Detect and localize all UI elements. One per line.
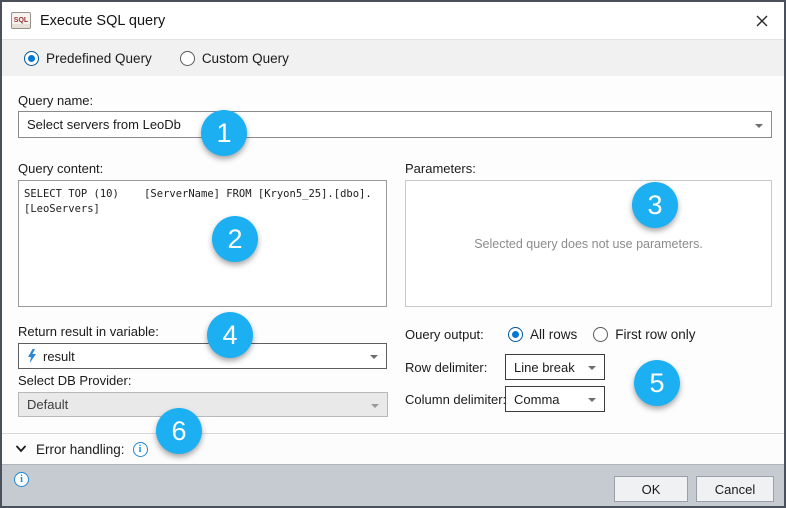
radio-unselected-icon <box>593 327 608 342</box>
ok-button[interactable]: OK <box>614 476 688 502</box>
callout-badge-6: 6 <box>156 408 202 454</box>
return-variable-label: Return result in variable: <box>18 324 159 339</box>
callout-badge-1: 1 <box>201 110 247 156</box>
callout-badge-2: 2 <box>212 216 258 262</box>
all-rows-label: All rows <box>530 327 577 342</box>
error-handling-section[interactable]: Error handling: i <box>2 433 784 464</box>
custom-query-radio[interactable]: Custom Query <box>180 51 289 66</box>
callout-badge-5: 5 <box>634 360 680 406</box>
query-mode-band: Predefined Query Custom Query <box>2 39 784 76</box>
first-row-only-radio[interactable]: First row only <box>593 327 695 342</box>
query-content-textarea[interactable]: SELECT TOP (10) [ServerName] FROM [Kryon… <box>18 180 387 307</box>
first-row-only-label: First row only <box>615 327 695 342</box>
chevron-down-icon <box>371 404 379 408</box>
parameters-panel: Selected query does not use parameters. <box>405 180 772 307</box>
parameters-empty-message: Selected query does not use parameters. <box>474 237 703 251</box>
execute-sql-query-dialog: SQL Execute SQL query Predefined Query C… <box>0 0 786 508</box>
predefined-query-label: Predefined Query <box>46 51 152 66</box>
custom-query-label: Custom Query <box>202 51 289 66</box>
row-delimiter-value: Line break <box>514 360 575 375</box>
footer-bar: i OK Cancel <box>2 464 784 508</box>
info-icon[interactable]: i <box>14 472 29 487</box>
chevron-down-icon <box>588 398 596 402</box>
info-icon[interactable]: i <box>133 442 148 457</box>
query-name-value: Select servers from LeoDb <box>27 117 181 132</box>
radio-selected-icon <box>24 51 39 66</box>
callout-badge-4: 4 <box>207 312 253 358</box>
query-content-label: Query content: <box>18 161 103 176</box>
column-delimiter-label: Column delimiter: <box>405 392 506 407</box>
error-handling-label: Error handling: <box>36 442 125 457</box>
close-icon <box>756 15 768 27</box>
all-rows-radio[interactable]: All rows <box>508 327 577 342</box>
db-provider-label: Select DB Provider: <box>18 373 131 388</box>
row-delimiter-label: Row delimiter: <box>405 360 487 375</box>
radio-unselected-icon <box>180 51 195 66</box>
chevron-down-icon <box>370 355 378 359</box>
chevron-down-icon <box>588 366 596 370</box>
column-delimiter-dropdown[interactable]: Comma <box>505 386 605 412</box>
chevron-down-icon <box>755 124 763 128</box>
callout-badge-3: 3 <box>632 182 678 228</box>
dialog-title: Execute SQL query <box>40 13 165 29</box>
query-output-label: Ouery output: <box>405 327 508 342</box>
query-name-dropdown[interactable]: Select servers from LeoDb <box>18 111 772 138</box>
return-variable-dropdown[interactable]: result <box>18 343 387 369</box>
variable-lightning-icon <box>27 349 37 363</box>
query-name-label: Query name: <box>18 93 93 108</box>
query-output-row: Ouery output: All rows First row only <box>405 327 712 342</box>
chevron-down-icon <box>16 445 26 453</box>
parameters-label: Parameters: <box>405 161 476 176</box>
cancel-button[interactable]: Cancel <box>696 476 774 502</box>
column-delimiter-value: Comma <box>514 392 560 407</box>
radio-selected-icon <box>508 327 523 342</box>
title-bar: SQL Execute SQL query <box>2 2 784 39</box>
row-delimiter-dropdown[interactable]: Line break <box>505 354 605 380</box>
db-provider-dropdown: Default <box>18 392 388 417</box>
return-variable-value: result <box>43 349 75 364</box>
db-provider-value: Default <box>27 397 68 412</box>
sql-document-icon: SQL <box>11 12 31 29</box>
predefined-query-radio[interactable]: Predefined Query <box>24 51 152 66</box>
close-button[interactable] <box>751 10 773 32</box>
